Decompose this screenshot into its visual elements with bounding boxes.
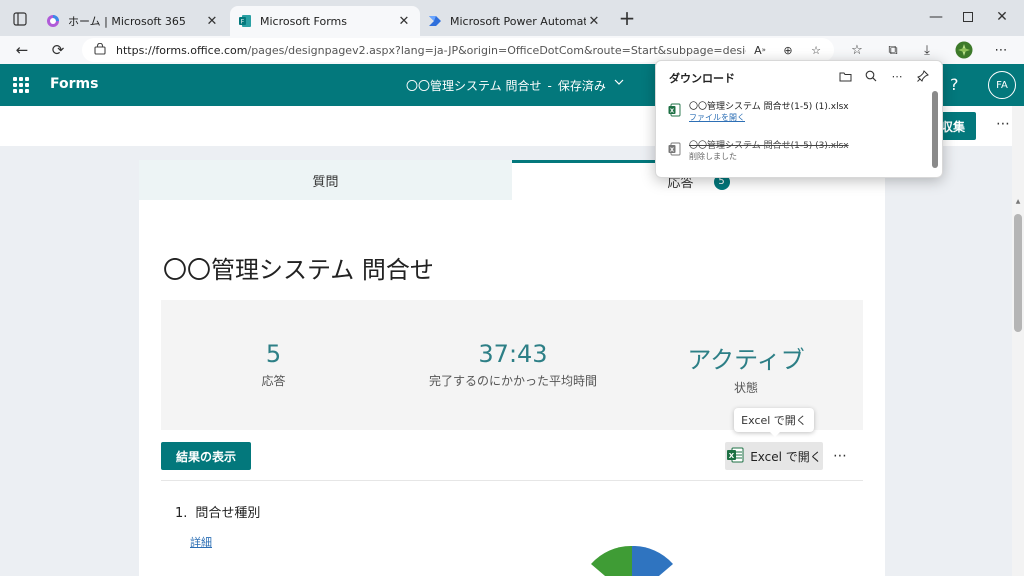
page-scrollbar[interactable]: ▲ [1012,106,1024,576]
stat-status: アクティブ 状態 [681,340,811,396]
more-options-icon[interactable]: ⋯ [996,116,1010,132]
minimize-icon[interactable]: — [922,6,950,28]
download-file-name: 〇〇管理システム 問合せ(1-5) (3).xlsx [689,141,849,151]
stat-value: アクティブ [687,346,805,374]
collections-icon[interactable]: ⧉ [882,39,904,61]
open-in-excel-button[interactable]: X Excel で開く [725,442,823,470]
stat-label: 状態 [733,381,758,395]
favorites-icon[interactable]: ☆ [846,39,868,61]
details-link[interactable]: 詳細 [190,534,212,550]
more-menu-icon[interactable]: ⋯ [990,39,1012,61]
save-status: 保存済み [557,79,606,93]
url-field[interactable]: https://forms.office.com/pages/designpag… [82,38,834,62]
form-title-header[interactable]: 〇〇管理システム 問合せ - 保存済み [406,77,606,94]
stat-label: 応答 [261,374,286,388]
form-card: 質問 応答 5 〇〇管理システム 問合せ 5 応答 37:43 完了するのにかか… [139,160,885,576]
power-automate-icon [428,14,442,28]
title-separator: - [547,79,552,93]
tab-label: Microsoft Forms [260,14,347,28]
question-heading: 1. 問合せ種別 [175,502,260,521]
zoom-icon[interactable]: ⊕ [780,42,796,58]
divider [161,480,863,481]
refresh-icon[interactable]: ⟳ [46,39,70,61]
url-path: /pages/designpagev2.aspx?lang=ja-JP&orig… [247,43,746,57]
close-tab-icon[interactable]: ✕ [396,14,412,29]
read-aloud-icon[interactable]: A» [752,42,768,58]
more-options-icon[interactable]: ⋯ [888,67,906,85]
search-icon[interactable] [862,67,880,85]
scrollbar-thumb[interactable] [1014,214,1022,332]
question-title: 問合せ種別 [195,506,261,521]
new-tab-icon[interactable]: + [616,8,638,30]
pie-slice-blue [632,545,673,576]
response-pie-chart [591,545,673,576]
question-number: 1. [175,506,188,521]
stat-label: 完了するのにかかった平均時間 [428,374,597,388]
help-icon[interactable]: ? [950,75,959,94]
open-file-link[interactable]: ファイルを開く [689,112,745,123]
forms-icon: F [238,14,252,28]
downloads-scrollbar-thumb[interactable] [932,91,938,168]
more-options-icon[interactable]: ⋯ [833,448,847,464]
tab-power-automate[interactable]: Microsoft Power Automate ✕ [420,6,610,36]
main-content: 質問 応答 5 〇〇管理システム 問合せ 5 応答 37:43 完了するのにかか… [0,146,1012,576]
stat-average-time: 37:43 完了するのにかかった平均時間 [413,340,613,389]
downloads-flyout: ダウンロード ⋯ X 〇〇管理システム 問合せ(1-5) (1).xlsx ファ… [655,60,943,178]
svg-text:X: X [729,452,735,460]
url-text: https://forms.office.com/pages/designpag… [116,44,746,57]
profile-extension-icon[interactable] [953,39,975,61]
maximize-icon[interactable] [954,6,982,28]
close-tab-icon[interactable]: ✕ [586,14,602,29]
download-item[interactable]: X 〇〇管理システム 問合せ(1-5) (3).xlsx 削除しました [668,138,918,166]
open-folder-icon[interactable] [836,67,854,85]
excel-file-icon: X [668,103,681,117]
site-info-icon[interactable] [94,42,106,58]
app-launcher-icon[interactable] [13,77,29,93]
close-tab-icon[interactable]: ✕ [204,14,220,29]
svg-text:F: F [241,19,245,26]
excel-icon: X [726,447,744,466]
excel-file-icon: X [668,142,681,156]
tab-actions-icon[interactable] [8,8,32,30]
add-favorite-icon[interactable]: ☆ [808,42,824,58]
download-item[interactable]: X 〇〇管理システム 問合せ(1-5) (1).xlsx ファイルを開く [668,99,918,127]
open-in-excel-label: Excel で開く [750,449,822,464]
stat-responses: 5 応答 [221,340,326,389]
pie-slice-green [591,545,632,576]
back-icon[interactable]: ← [10,39,34,61]
excel-tooltip: Excel で開く [734,408,814,437]
microsoft-365-icon [46,14,60,28]
close-window-icon[interactable]: ✕ [988,6,1016,28]
stat-value: 37:43 [478,340,548,368]
downloads-icon[interactable]: ⤓ [916,39,938,61]
stat-value: 5 [265,340,282,368]
download-file-name: 〇〇管理システム 問合せ(1-5) (1).xlsx [689,102,849,112]
tab-microsoft-forms[interactable]: F Microsoft Forms ✕ [230,6,420,36]
tab-questions[interactable]: 質問 [139,160,512,200]
browser-tab-strip: ホーム | Microsoft 365 ✕ F Microsoft Forms … [0,0,1024,36]
scroll-up-icon[interactable]: ▲ [1014,198,1022,205]
download-status: 削除しました [689,152,737,161]
downloads-title: ダウンロード [669,72,735,85]
avatar[interactable]: FA [988,71,1016,99]
tab-label: Microsoft Power Automate [450,14,586,28]
view-results-button[interactable]: 結果の表示 [161,442,251,470]
tab-label: ホーム | Microsoft 365 [68,15,186,28]
pin-icon[interactable] [914,67,932,85]
chevron-down-icon[interactable] [614,77,624,90]
tab-microsoft-365[interactable]: ホーム | Microsoft 365 ✕ [38,6,228,36]
url-host: https://forms.office.com [116,43,248,57]
survey-title: 〇〇管理システム 問合せ [163,256,434,284]
app-name[interactable]: Forms [50,76,98,92]
form-title: 〇〇管理システム 問合せ [406,79,542,93]
